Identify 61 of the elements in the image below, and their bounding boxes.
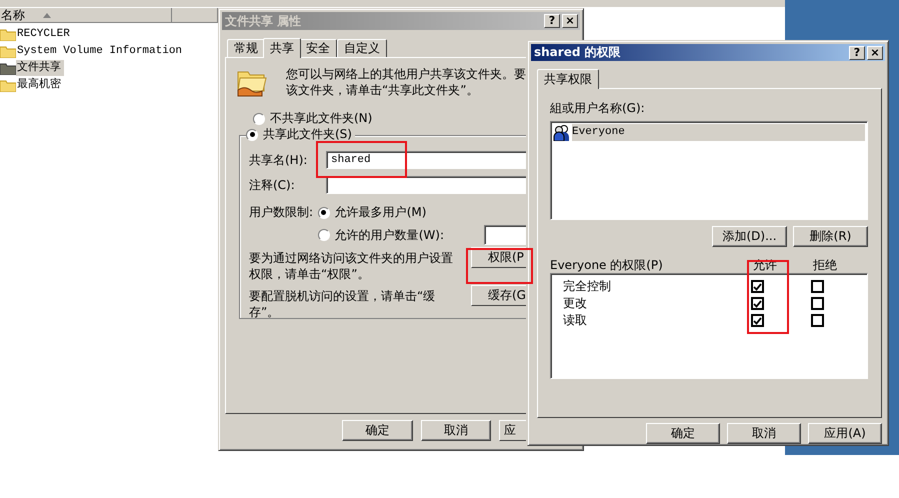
field-label: 用户数限制:	[249, 204, 314, 221]
ok-button[interactable]: 确定	[342, 420, 413, 441]
window-title: 文件共享 属性	[225, 12, 302, 30]
field-label: 注释(C):	[249, 176, 296, 194]
share-name-field[interactable]: shared	[326, 151, 526, 169]
file-item[interactable]: RECYCLER	[16, 26, 73, 42]
permissions-hint: 要为通过网络访问该文件夹的用户设置权限，请单击“权限”。	[249, 250, 454, 282]
help-button[interactable]: ?	[849, 46, 865, 60]
cancel-button[interactable]: 取消	[420, 420, 492, 441]
column-header[interactable]: 名称	[0, 8, 172, 23]
window-title: shared 的权限	[534, 44, 621, 61]
permission-name: 更改	[562, 295, 588, 312]
radio-option[interactable]: 允许最多用户(M)	[318, 204, 426, 221]
caching-button[interactable]: 缓存(G	[471, 285, 526, 306]
apply-button[interactable]: 应	[499, 420, 526, 441]
permission-name: 完全控制	[562, 278, 612, 295]
folder-icon	[0, 28, 16, 40]
users-icon	[553, 124, 570, 141]
add-button[interactable]: 添加(D)...	[712, 226, 787, 247]
field-label: 共享名(H):	[249, 152, 308, 168]
folder-icon	[0, 62, 16, 74]
annotation-frame	[466, 248, 533, 284]
user-item[interactable]: Everyone	[572, 124, 865, 141]
intro-text: 该文件夹，请单击“共享此文件夹”。	[286, 82, 480, 98]
ok-button[interactable]: 确定	[646, 423, 720, 444]
checkbox[interactable]	[811, 280, 824, 293]
folder-icon	[0, 78, 16, 92]
intro-text: 您可以与网络上的其他用户共享该文件夹。要	[286, 66, 526, 82]
list-label: 組或用户名称(G):	[550, 101, 645, 115]
permission-name: 读取	[562, 312, 588, 329]
tab[interactable]: 安全	[299, 39, 337, 57]
tab[interactable]: 共享权限	[537, 69, 599, 89]
checkbox[interactable]	[751, 314, 764, 327]
column-header[interactable]	[172, 8, 218, 23]
user-count-field[interactable]	[484, 225, 526, 245]
file-item[interactable]: 最高机密	[16, 77, 64, 93]
column-header: 拒绝	[813, 256, 837, 274]
close-button[interactable]: ×	[562, 14, 578, 28]
checkbox[interactable]	[811, 314, 824, 327]
checkbox[interactable]	[811, 297, 824, 310]
radio-option[interactable]: 共享此文件夹(S)	[246, 127, 355, 142]
radio-option[interactable]: 允许的用户数量(W):	[318, 226, 444, 244]
permissions-label: Everyone 的权限(P)	[550, 256, 664, 274]
comment-field[interactable]	[326, 176, 526, 194]
radio-option[interactable]: 不共享此文件夹(N)	[253, 110, 526, 127]
cancel-button[interactable]: 取消	[727, 423, 801, 444]
apply-button[interactable]: 应用(A)	[808, 423, 882, 444]
remove-button[interactable]: 删除(R)	[793, 226, 868, 247]
tab[interactable]: 共享	[263, 38, 301, 58]
checkbox[interactable]	[751, 297, 764, 310]
checkbox[interactable]	[751, 280, 764, 293]
permissions-button[interactable]: 权限(P	[471, 247, 526, 268]
offline-hint: 要配置脱机访问的设置，请单击“缓存”。	[249, 288, 436, 320]
tab[interactable]: 自定义	[337, 39, 387, 57]
sort-ascending-icon	[43, 12, 51, 18]
close-button[interactable]: ×	[867, 46, 883, 60]
folder-icon	[0, 44, 16, 58]
file-item[interactable]: System Volume Information	[16, 43, 186, 59]
file-item[interactable]: 文件共享	[16, 60, 64, 76]
tab[interactable]: 常规	[227, 39, 265, 57]
help-button[interactable]: ?	[544, 14, 560, 28]
